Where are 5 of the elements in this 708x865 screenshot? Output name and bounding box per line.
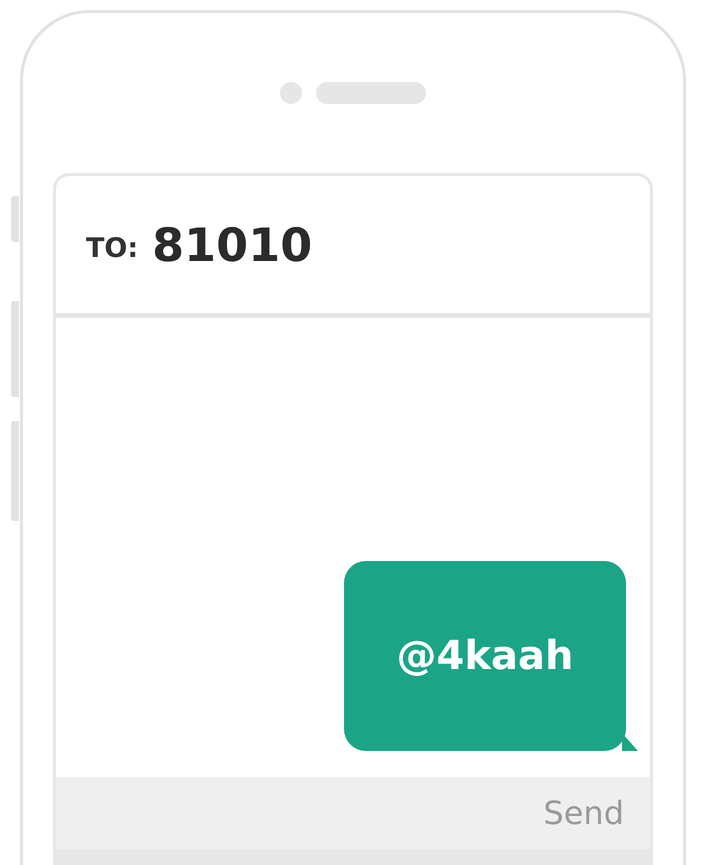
camera-dot — [280, 82, 302, 104]
recipient-number: 81010 — [152, 218, 312, 272]
bubble-tail — [622, 733, 638, 751]
recipient-label: TO: — [86, 233, 138, 264]
send-button[interactable]: Send — [543, 794, 624, 832]
